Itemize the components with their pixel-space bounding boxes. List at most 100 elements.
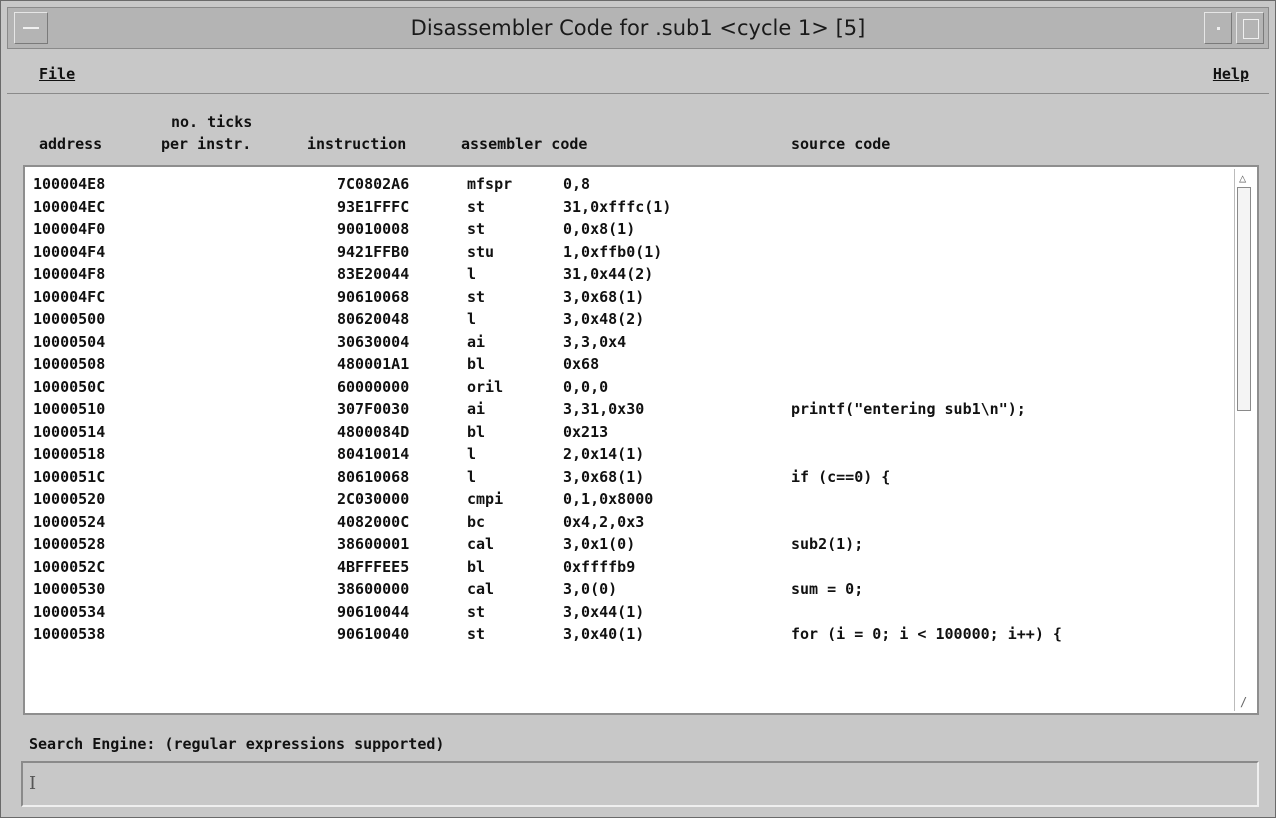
row-operands: 0,1,0x8000 xyxy=(563,490,654,508)
window-title: Disassembler Code for .sub1 <cycle 1> [5… xyxy=(410,16,866,40)
row-instruction: 90610068 xyxy=(337,287,410,306)
row-instruction: 80610068 xyxy=(337,467,410,486)
row-operands: 3,0x68(1) xyxy=(563,287,645,306)
table-row[interactable]: 10000518 80410014 l 2,0x14(1) xyxy=(25,443,1237,466)
row-address: 10000528 xyxy=(33,535,106,553)
column-headers: address no. ticks per instr. instruction… xyxy=(7,97,1269,159)
maximize-icon xyxy=(1243,19,1259,39)
row-operands: 3,0x48(2) xyxy=(563,310,645,328)
row-address: 100004FC xyxy=(33,287,106,306)
row-instruction: 38600000 xyxy=(337,580,410,598)
row-source: sum = 0; xyxy=(791,580,864,598)
title-bar[interactable]: Disassembler Code for .sub1 <cycle 1> [5… xyxy=(7,7,1269,49)
menu-file[interactable]: File xyxy=(39,65,75,83)
row-instruction: 4082000C xyxy=(337,512,410,531)
scroll-up-icon[interactable]: △ xyxy=(1239,171,1246,185)
row-instruction: 83E20044 xyxy=(337,265,410,283)
row-opcode: l xyxy=(467,265,477,283)
row-instruction: 2C030000 xyxy=(337,490,410,508)
row-operands: 2,0x14(1) xyxy=(563,445,645,463)
header-address: address xyxy=(39,135,103,153)
row-address: 10000510 xyxy=(33,400,106,418)
scroll-thumb[interactable] xyxy=(1237,187,1251,411)
table-row[interactable]: 10000520 2C030000 cmpi 0,1,0x8000 xyxy=(25,488,1237,511)
table-row[interactable]: 10000508 480001A1 bl 0x68 xyxy=(25,353,1237,376)
row-instruction: 60000000 xyxy=(337,377,410,396)
row-operands: 3,0x44(1) xyxy=(563,602,645,621)
row-instruction: 480001A1 xyxy=(337,355,410,373)
table-row[interactable]: 10000504 30630004 ai 3,3,0x4 xyxy=(25,331,1237,354)
row-opcode: l xyxy=(467,467,477,486)
row-instruction: 7C0802A6 xyxy=(337,175,410,193)
row-address: 10000524 xyxy=(33,512,106,531)
table-row[interactable]: 1000052C 4BFFFEE5 bl 0xffffb9 xyxy=(25,556,1237,579)
row-opcode: l xyxy=(467,310,477,328)
table-row[interactable]: 10000514 4800084D bl 0x213 xyxy=(25,421,1237,444)
row-instruction: 9421FFB0 xyxy=(337,242,410,261)
row-address: 10000518 xyxy=(33,445,106,463)
row-instruction: 4800084D xyxy=(337,422,410,441)
table-row[interactable]: 100004F4 9421FFB0 stu 1,0xffb0(1) xyxy=(25,241,1237,264)
table-row[interactable]: 1000051C 80610068 l 3,0x68(1) if (c==0) { xyxy=(25,466,1237,489)
row-opcode: bl xyxy=(467,355,486,373)
table-row[interactable]: 100004F8 83E20044 l 31,0x44(2) xyxy=(25,263,1237,286)
vertical-scrollbar[interactable]: △ / xyxy=(1234,169,1255,711)
row-operands: 31,0x44(2) xyxy=(563,265,654,283)
row-address: 100004F4 xyxy=(33,242,106,261)
table-row[interactable]: 10000500 80620048 l 3,0x48(2) xyxy=(25,308,1237,331)
menu-help[interactable]: Help xyxy=(1213,65,1249,83)
minimize-icon xyxy=(1217,27,1220,30)
row-address: 100004EC xyxy=(33,197,106,216)
table-row[interactable]: 10000510 307F0030 ai 3,31,0x30 printf("enter… xyxy=(25,398,1237,421)
row-opcode: bc xyxy=(467,512,486,531)
table-row[interactable]: 10000528 38600001 cal 3,0x1(0) sub2(1); xyxy=(25,533,1237,556)
row-opcode: ai xyxy=(467,400,486,418)
row-instruction: 4BFFFEE5 xyxy=(337,557,410,576)
row-opcode: bl xyxy=(467,422,486,441)
row-address: 10000534 xyxy=(33,602,106,621)
row-opcode: st xyxy=(467,625,486,643)
table-row[interactable]: 1000050C 60000000 oril 0,0,0 xyxy=(25,376,1237,399)
row-opcode: oril xyxy=(467,377,504,396)
row-instruction: 90610044 xyxy=(337,602,410,621)
row-opcode: cmpi xyxy=(467,490,504,508)
row-instruction: 30630004 xyxy=(337,332,410,351)
row-opcode: bl xyxy=(467,557,486,576)
table-row[interactable]: 10000534 90610044 st 3,0x44(1) xyxy=(25,601,1237,624)
row-opcode: st xyxy=(467,602,486,621)
row-operands: 31,0xfffc(1) xyxy=(563,197,672,216)
row-operands: 3,3,0x4 xyxy=(563,332,627,351)
minimize-button[interactable] xyxy=(1204,12,1232,44)
row-address: 10000520 xyxy=(33,490,106,508)
row-operands: 3,0x1(0) xyxy=(563,535,636,553)
row-instruction: 90610040 xyxy=(337,625,410,643)
search-input[interactable] xyxy=(21,761,1259,807)
row-opcode: st xyxy=(467,287,486,306)
scroll-resize-icon[interactable]: / xyxy=(1240,695,1247,709)
row-instruction: 93E1FFFC xyxy=(337,197,410,216)
header-ticks-line1: no. ticks xyxy=(171,113,253,131)
row-operands: 0x4,2,0x3 xyxy=(563,512,645,531)
row-address: 10000508 xyxy=(33,355,106,373)
header-assembler: assembler code xyxy=(461,135,588,153)
row-operands: 0,8 xyxy=(563,175,591,193)
table-row[interactable]: 10000538 90610040 st 3,0x40(1) for (i = 0; i… xyxy=(25,623,1237,646)
table-row[interactable]: 100004F0 90010008 st 0,0x8(1) xyxy=(25,218,1237,241)
table-row[interactable]: 10000530 38600000 cal 3,0(0) sum = 0; xyxy=(25,578,1237,601)
disassembly-listing[interactable]: 100004E8 7C0802A6 mfspr 0,8 100004EC 93E1FFFC… xyxy=(23,165,1259,715)
row-instruction: 80410014 xyxy=(337,445,410,463)
row-source: printf("entering sub1\n"); xyxy=(791,400,1026,418)
row-operands: 0xffffb9 xyxy=(563,557,636,576)
table-row[interactable]: 100004EC 93E1FFFC st 31,0xfffc(1) xyxy=(25,196,1237,219)
table-row[interactable]: 10000524 4082000C bc 0x4,2,0x3 xyxy=(25,511,1237,534)
table-row[interactable]: 100004FC 90610068 st 3,0x68(1) xyxy=(25,286,1237,309)
maximize-button[interactable] xyxy=(1236,12,1264,44)
header-instruction: instruction xyxy=(307,135,407,153)
menu-help-label: Help xyxy=(1212,65,1249,83)
header-source: source code xyxy=(791,135,891,153)
row-operands: 0x68 xyxy=(563,355,600,373)
row-address: 1000050C xyxy=(33,377,106,396)
row-operands: 3,31,0x30 xyxy=(563,400,645,418)
table-row[interactable]: 100004E8 7C0802A6 mfspr 0,8 xyxy=(25,173,1237,196)
row-opcode: ai xyxy=(467,332,486,351)
